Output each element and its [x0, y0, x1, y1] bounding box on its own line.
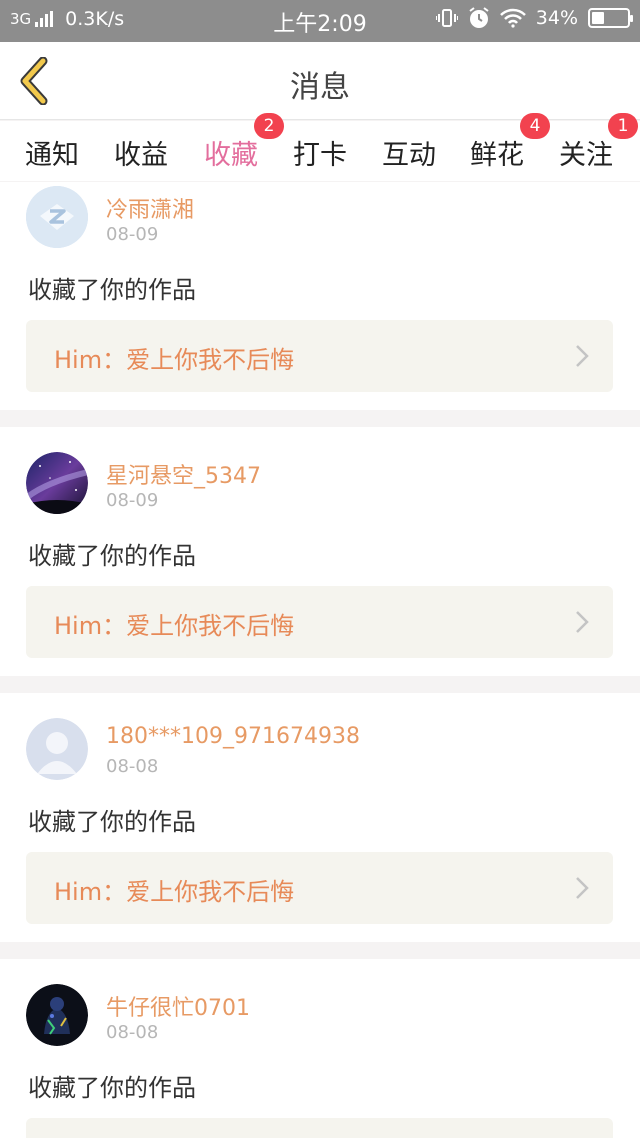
status-right: 34%	[435, 7, 633, 29]
chevron-right-icon	[576, 611, 589, 633]
galaxy-avatar-icon	[26, 452, 88, 514]
chevron-right-icon	[576, 345, 589, 367]
tab-interaction[interactable]: 互动	[382, 133, 436, 172]
username[interactable]: 星河悬空_5347	[106, 458, 261, 490]
battery-percent: 34%	[535, 7, 578, 29]
action-text: 收藏了你的作品	[28, 808, 196, 836]
username[interactable]: 冷雨潇湘	[106, 192, 194, 224]
avatar[interactable]	[26, 452, 88, 514]
username[interactable]: 180***109_971674938	[106, 724, 360, 749]
tab-flowers[interactable]: 鲜花	[470, 133, 524, 172]
work-link[interactable]: Him：爱上你我不后悔	[26, 586, 613, 658]
work-link-text: Him：爱上你我不后悔	[54, 612, 295, 640]
tab-follow[interactable]: 关注	[559, 133, 613, 172]
avatar[interactable]	[26, 984, 88, 1046]
work-link-text: Him：爱上你我不后悔	[54, 346, 295, 374]
battery-icon	[588, 8, 633, 28]
vibrate-icon	[435, 9, 458, 27]
status-bar: 3G 0.3K/s 上午2:09 34%	[0, 0, 640, 42]
notification-card: 180***109_971674938 08-08 收藏了你的作品 Him：爱上…	[0, 693, 640, 942]
badge-follow: 1	[608, 113, 638, 139]
avatar[interactable]	[26, 186, 88, 248]
tab-label: 打卡	[293, 140, 347, 171]
badge-flowers: 4	[520, 113, 550, 139]
notification-card: 冷雨潇湘 08-09 收藏了你的作品 Him：爱上你我不后悔	[0, 182, 640, 410]
tab-checkin[interactable]: 打卡	[293, 133, 347, 172]
notification-card: 星河悬空_5347 08-09 收藏了你的作品 Him：爱上你我不后悔	[0, 427, 640, 676]
tab-label: 收藏	[204, 140, 258, 171]
chevron-right-icon	[576, 877, 589, 899]
page-title: 消息	[290, 70, 350, 105]
default-z-avatar-icon	[26, 186, 88, 248]
action-text: 收藏了你的作品	[28, 276, 196, 304]
work-link[interactable]: Him：爱上你我不后悔	[26, 320, 613, 392]
tab-label: 通知	[25, 140, 79, 171]
work-link[interactable]: Him：爱上你我不后悔	[26, 852, 613, 924]
tab-label: 收益	[114, 140, 168, 171]
date: 08-08	[106, 756, 159, 777]
date: 08-09	[106, 490, 159, 511]
header: 消息	[0, 42, 640, 120]
action-text: 收藏了你的作品	[28, 542, 196, 570]
tab-label: 关注	[559, 140, 613, 171]
default-person-avatar-icon	[26, 718, 88, 780]
tab-earnings[interactable]: 收益	[114, 133, 168, 172]
avatar[interactable]	[26, 718, 88, 780]
tab-favorites[interactable]: 收藏	[204, 133, 258, 189]
notification-card: 牛仔很忙0701 08-08 收藏了你的作品	[0, 959, 640, 1138]
work-link-text: Him：爱上你我不后悔	[54, 878, 295, 906]
tab-notice[interactable]: 通知	[25, 133, 79, 172]
alarm-icon	[469, 7, 489, 28]
work-link[interactable]	[26, 1118, 613, 1138]
dark-photo-avatar-icon	[26, 984, 88, 1046]
date: 08-08	[106, 1022, 159, 1043]
action-text: 收藏了你的作品	[28, 1074, 196, 1102]
tab-bar: 通知 收益 收藏 2 打卡 互动 鲜花 4 关注 1	[0, 113, 640, 189]
date: 08-09	[106, 224, 159, 245]
badge-favorites: 2	[254, 113, 284, 139]
battery-fill	[592, 12, 604, 24]
username[interactable]: 牛仔很忙0701	[106, 990, 250, 1022]
wifi-icon	[499, 8, 526, 28]
tab-label: 互动	[382, 140, 436, 171]
tab-label: 鲜花	[470, 140, 524, 171]
